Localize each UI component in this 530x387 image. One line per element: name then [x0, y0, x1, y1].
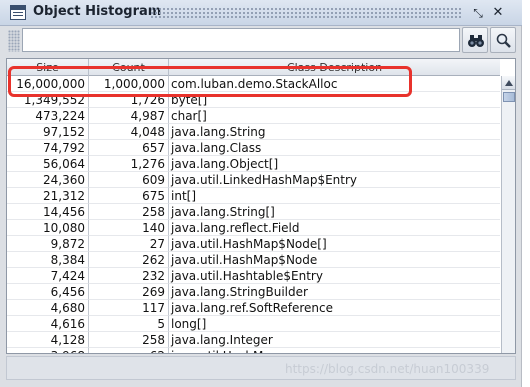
binoculars-icon [468, 35, 484, 47]
table-row[interactable]: 8,384 262 java.util.HashMap$Node [7, 252, 500, 268]
size-cell: 97,152 [7, 124, 89, 140]
window-title: Object Histogram [33, 4, 162, 19]
toolbar-grip-icon[interactable] [8, 30, 20, 52]
arrow-up-icon [505, 80, 513, 86]
table-row[interactable]: 24,360 609 java.util.LinkedHashMap$Entry [7, 172, 500, 188]
close-icon[interactable]: ✕ [490, 5, 506, 21]
class-description-cell: long[] [169, 316, 500, 332]
class-description-cell: java.lang.String[] [169, 204, 500, 220]
table-row[interactable]: 4,616 5 long[] [7, 316, 500, 332]
count-cell: 232 [89, 268, 169, 284]
count-cell: 140 [89, 220, 169, 236]
table-row[interactable]: 56,064 1,276 java.lang.Object[] [7, 156, 500, 172]
count-cell: 609 [89, 172, 169, 188]
scroll-up-button[interactable] [502, 76, 515, 90]
class-description-cell: int[] [169, 188, 500, 204]
count-cell: 657 [89, 140, 169, 156]
zoom-button[interactable] [490, 27, 516, 53]
size-cell: 6,456 [7, 284, 89, 300]
table-row[interactable]: 9,872 27 java.util.HashMap$Node[] [7, 236, 500, 252]
class-description-cell: java.util.Hashtable$Entry [169, 268, 500, 284]
count-cell: 27 [89, 236, 169, 252]
class-description-cell: java.lang.Integer [169, 332, 500, 348]
vertical-scrollbar[interactable] [501, 76, 515, 353]
count-cell: 269 [89, 284, 169, 300]
count-cell: 62 [89, 348, 169, 353]
object-histogram-window: Object Histogram ⤡ ✕ Size Count Class De… [0, 0, 522, 387]
table-row[interactable]: 6,456 269 java.lang.StringBuilder [7, 284, 500, 300]
table-row[interactable]: 21,312 675 int[] [7, 188, 500, 204]
table-row[interactable]: 7,424 232 java.util.Hashtable$Entry [7, 268, 500, 284]
size-cell: 3,968 [7, 348, 89, 353]
table-row[interactable]: 473,224 4,987 char[] [7, 108, 500, 124]
size-cell: 10,080 [7, 220, 89, 236]
size-cell: 4,128 [7, 332, 89, 348]
size-cell: 56,064 [7, 156, 89, 172]
table-body: 16,000,000 1,000,000 com.luban.demo.StackA… [7, 76, 500, 353]
class-description-cell: java.util.HashMap$Node [169, 252, 500, 268]
size-cell: 4,616 [7, 316, 89, 332]
title-bar-grip [150, 7, 462, 19]
class-description-cell: java.util.HashMap [169, 348, 500, 353]
size-cell: 74,792 [7, 140, 89, 156]
count-cell: 4,048 [89, 124, 169, 140]
table-row[interactable]: 74,792 657 java.lang.Class [7, 140, 500, 156]
size-cell: 9,872 [7, 236, 89, 252]
title-bar[interactable]: Object Histogram ⤡ ✕ [0, 0, 522, 26]
count-cell: 1,276 [89, 156, 169, 172]
class-description-cell: java.lang.StringBuilder [169, 284, 500, 300]
table-row[interactable]: 3,96862java.util.HashMap [7, 348, 500, 353]
count-cell: 4,987 [89, 108, 169, 124]
class-description-cell: java.lang.String [169, 124, 500, 140]
watermark: https://blog.csdn.net/huan100339 [285, 362, 490, 376]
size-cell: 14,456 [7, 204, 89, 220]
class-description-cell: java.lang.reflect.Field [169, 220, 500, 236]
table-row[interactable]: 4,680 117 java.lang.ref.SoftReference [7, 300, 500, 316]
table-row[interactable]: 10,080 140 java.lang.reflect.Field [7, 220, 500, 236]
window-icon [10, 5, 26, 20]
size-cell: 21,312 [7, 188, 89, 204]
table-row[interactable]: 4,128 258 java.lang.Integer [7, 332, 500, 348]
class-description-cell: java.lang.Object[] [169, 156, 500, 172]
table-row[interactable]: 14,456 258 java.lang.String[] [7, 204, 500, 220]
count-cell: 117 [89, 300, 169, 316]
size-cell: 4,680 [7, 300, 89, 316]
size-cell: 7,424 [7, 268, 89, 284]
size-cell: 8,384 [7, 252, 89, 268]
count-cell: 258 [89, 332, 169, 348]
count-cell: 5 [89, 316, 169, 332]
restore-icon[interactable]: ⤡ [470, 5, 486, 21]
find-button[interactable] [462, 27, 488, 53]
size-cell: 24,360 [7, 172, 89, 188]
scrollbar-thumb[interactable] [503, 92, 515, 102]
class-description-cell: java.lang.Class [169, 140, 500, 156]
search-input[interactable] [22, 28, 460, 52]
histogram-table: Size Count Class Description 16,000,000 1… [6, 58, 516, 354]
count-cell: 675 [89, 188, 169, 204]
highlight-annotation [8, 66, 412, 97]
class-description-cell: java.util.HashMap$Node[] [169, 236, 500, 252]
class-description-cell: java.util.LinkedHashMap$Entry [169, 172, 500, 188]
count-cell: 262 [89, 252, 169, 268]
magnifier-icon [496, 33, 511, 48]
class-description-cell: char[] [169, 108, 500, 124]
count-cell: 258 [89, 204, 169, 220]
table-row[interactable]: 97,152 4,048 java.lang.String [7, 124, 500, 140]
class-description-cell: java.lang.ref.SoftReference [169, 300, 500, 316]
size-cell: 473,224 [7, 108, 89, 124]
toolbar [0, 26, 522, 58]
